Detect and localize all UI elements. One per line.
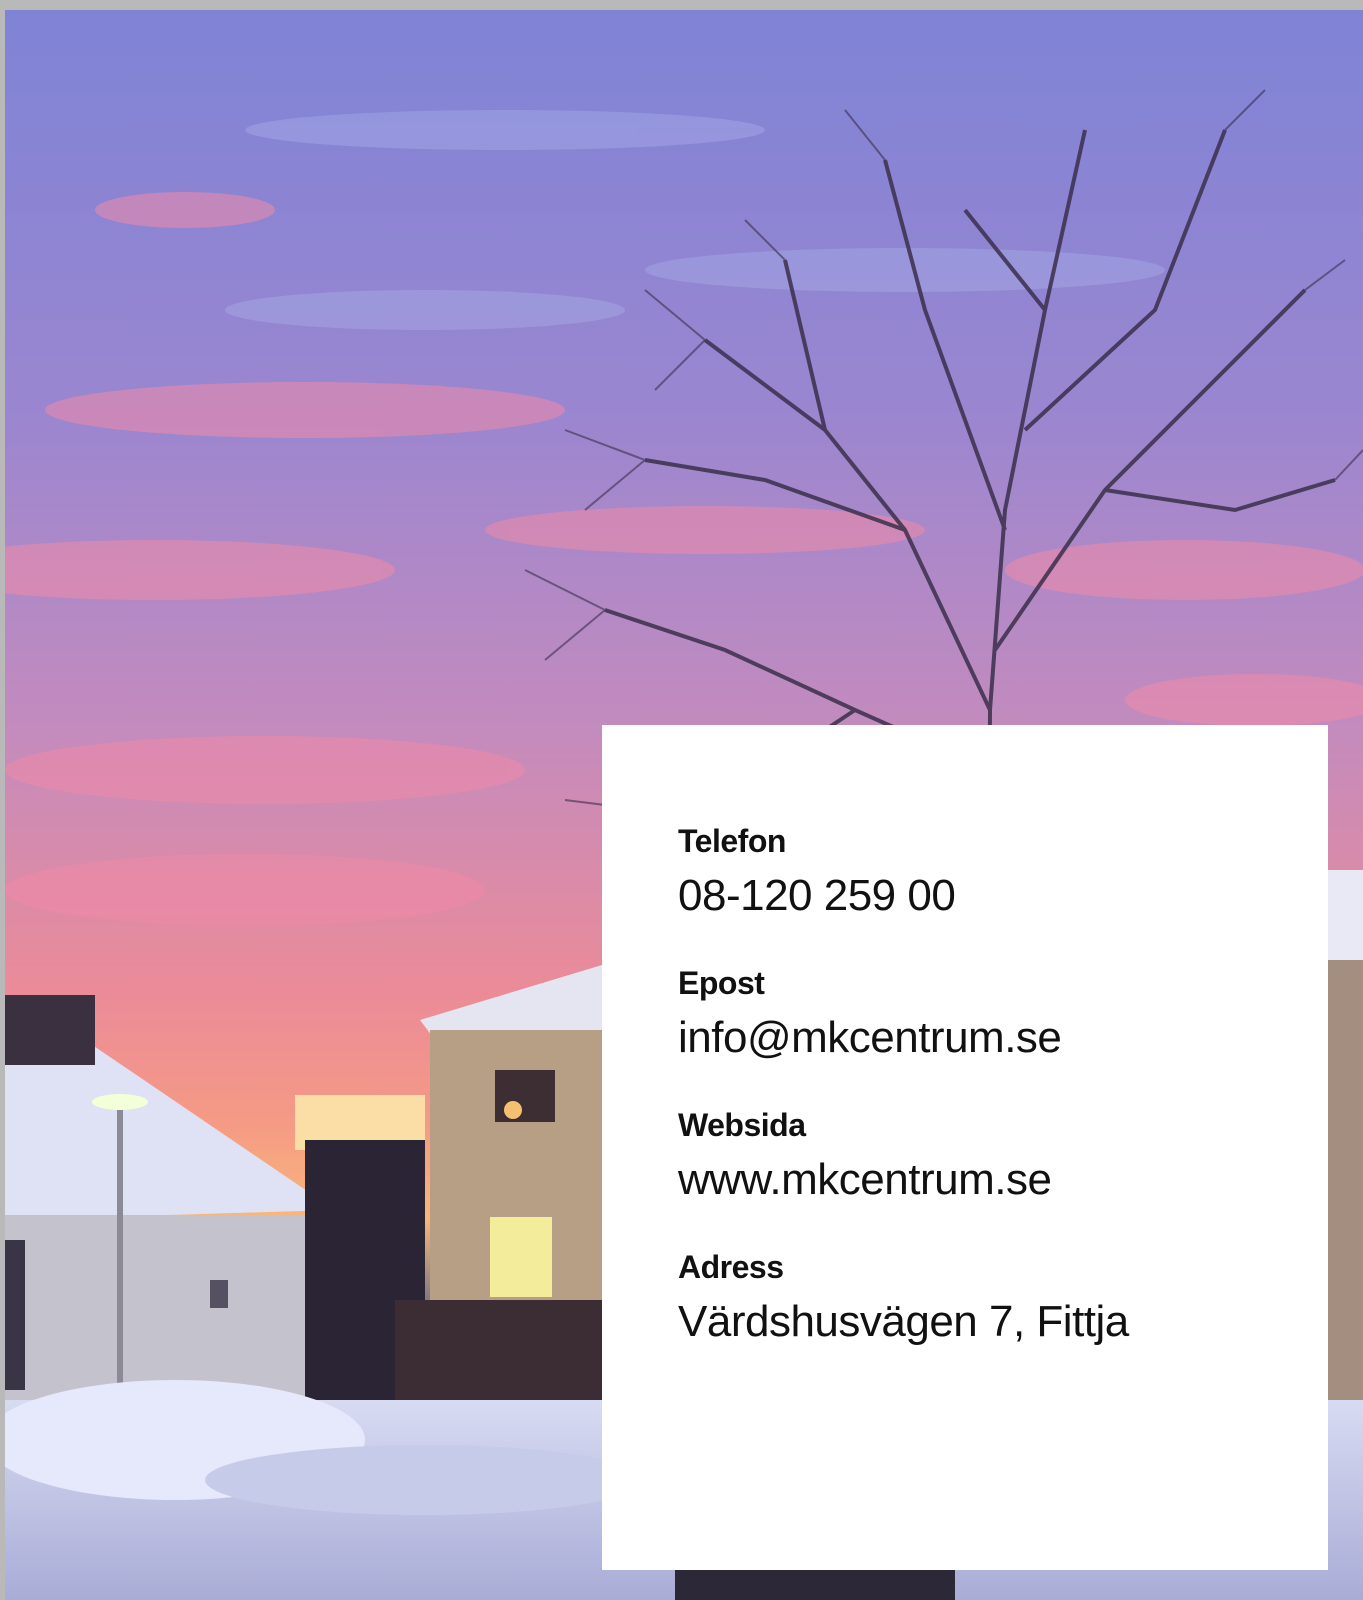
email-label: Epost <box>678 965 765 1001</box>
address-label: Adress <box>678 1249 784 1285</box>
website-link[interactable]: www.mkcentrum.se <box>678 1152 1328 1208</box>
email-link[interactable]: info@mkcentrum.se <box>678 1010 1328 1066</box>
contact-item-email: Epost info@mkcentrum.se <box>678 964 1328 1066</box>
contact-item-website: Websida www.mkcentrum.se <box>678 1106 1328 1208</box>
contact-card: Telefon 08-120 259 00 Epost info@mkcentr… <box>602 725 1328 1570</box>
contact-item-phone: Telefon 08-120 259 00 <box>678 822 1328 924</box>
address-value: Värdshusvägen 7, Fittja <box>678 1297 1129 1346</box>
hero-section: Telefon 08-120 259 00 Epost info@mkcentr… <box>5 10 1363 1600</box>
phone-label: Telefon <box>678 823 786 859</box>
phone-number[interactable]: 08-120 259 00 <box>678 868 1328 924</box>
contact-item-address: Adress Värdshusvägen 7, Fittja <box>678 1248 1328 1350</box>
website-label: Websida <box>678 1107 806 1143</box>
